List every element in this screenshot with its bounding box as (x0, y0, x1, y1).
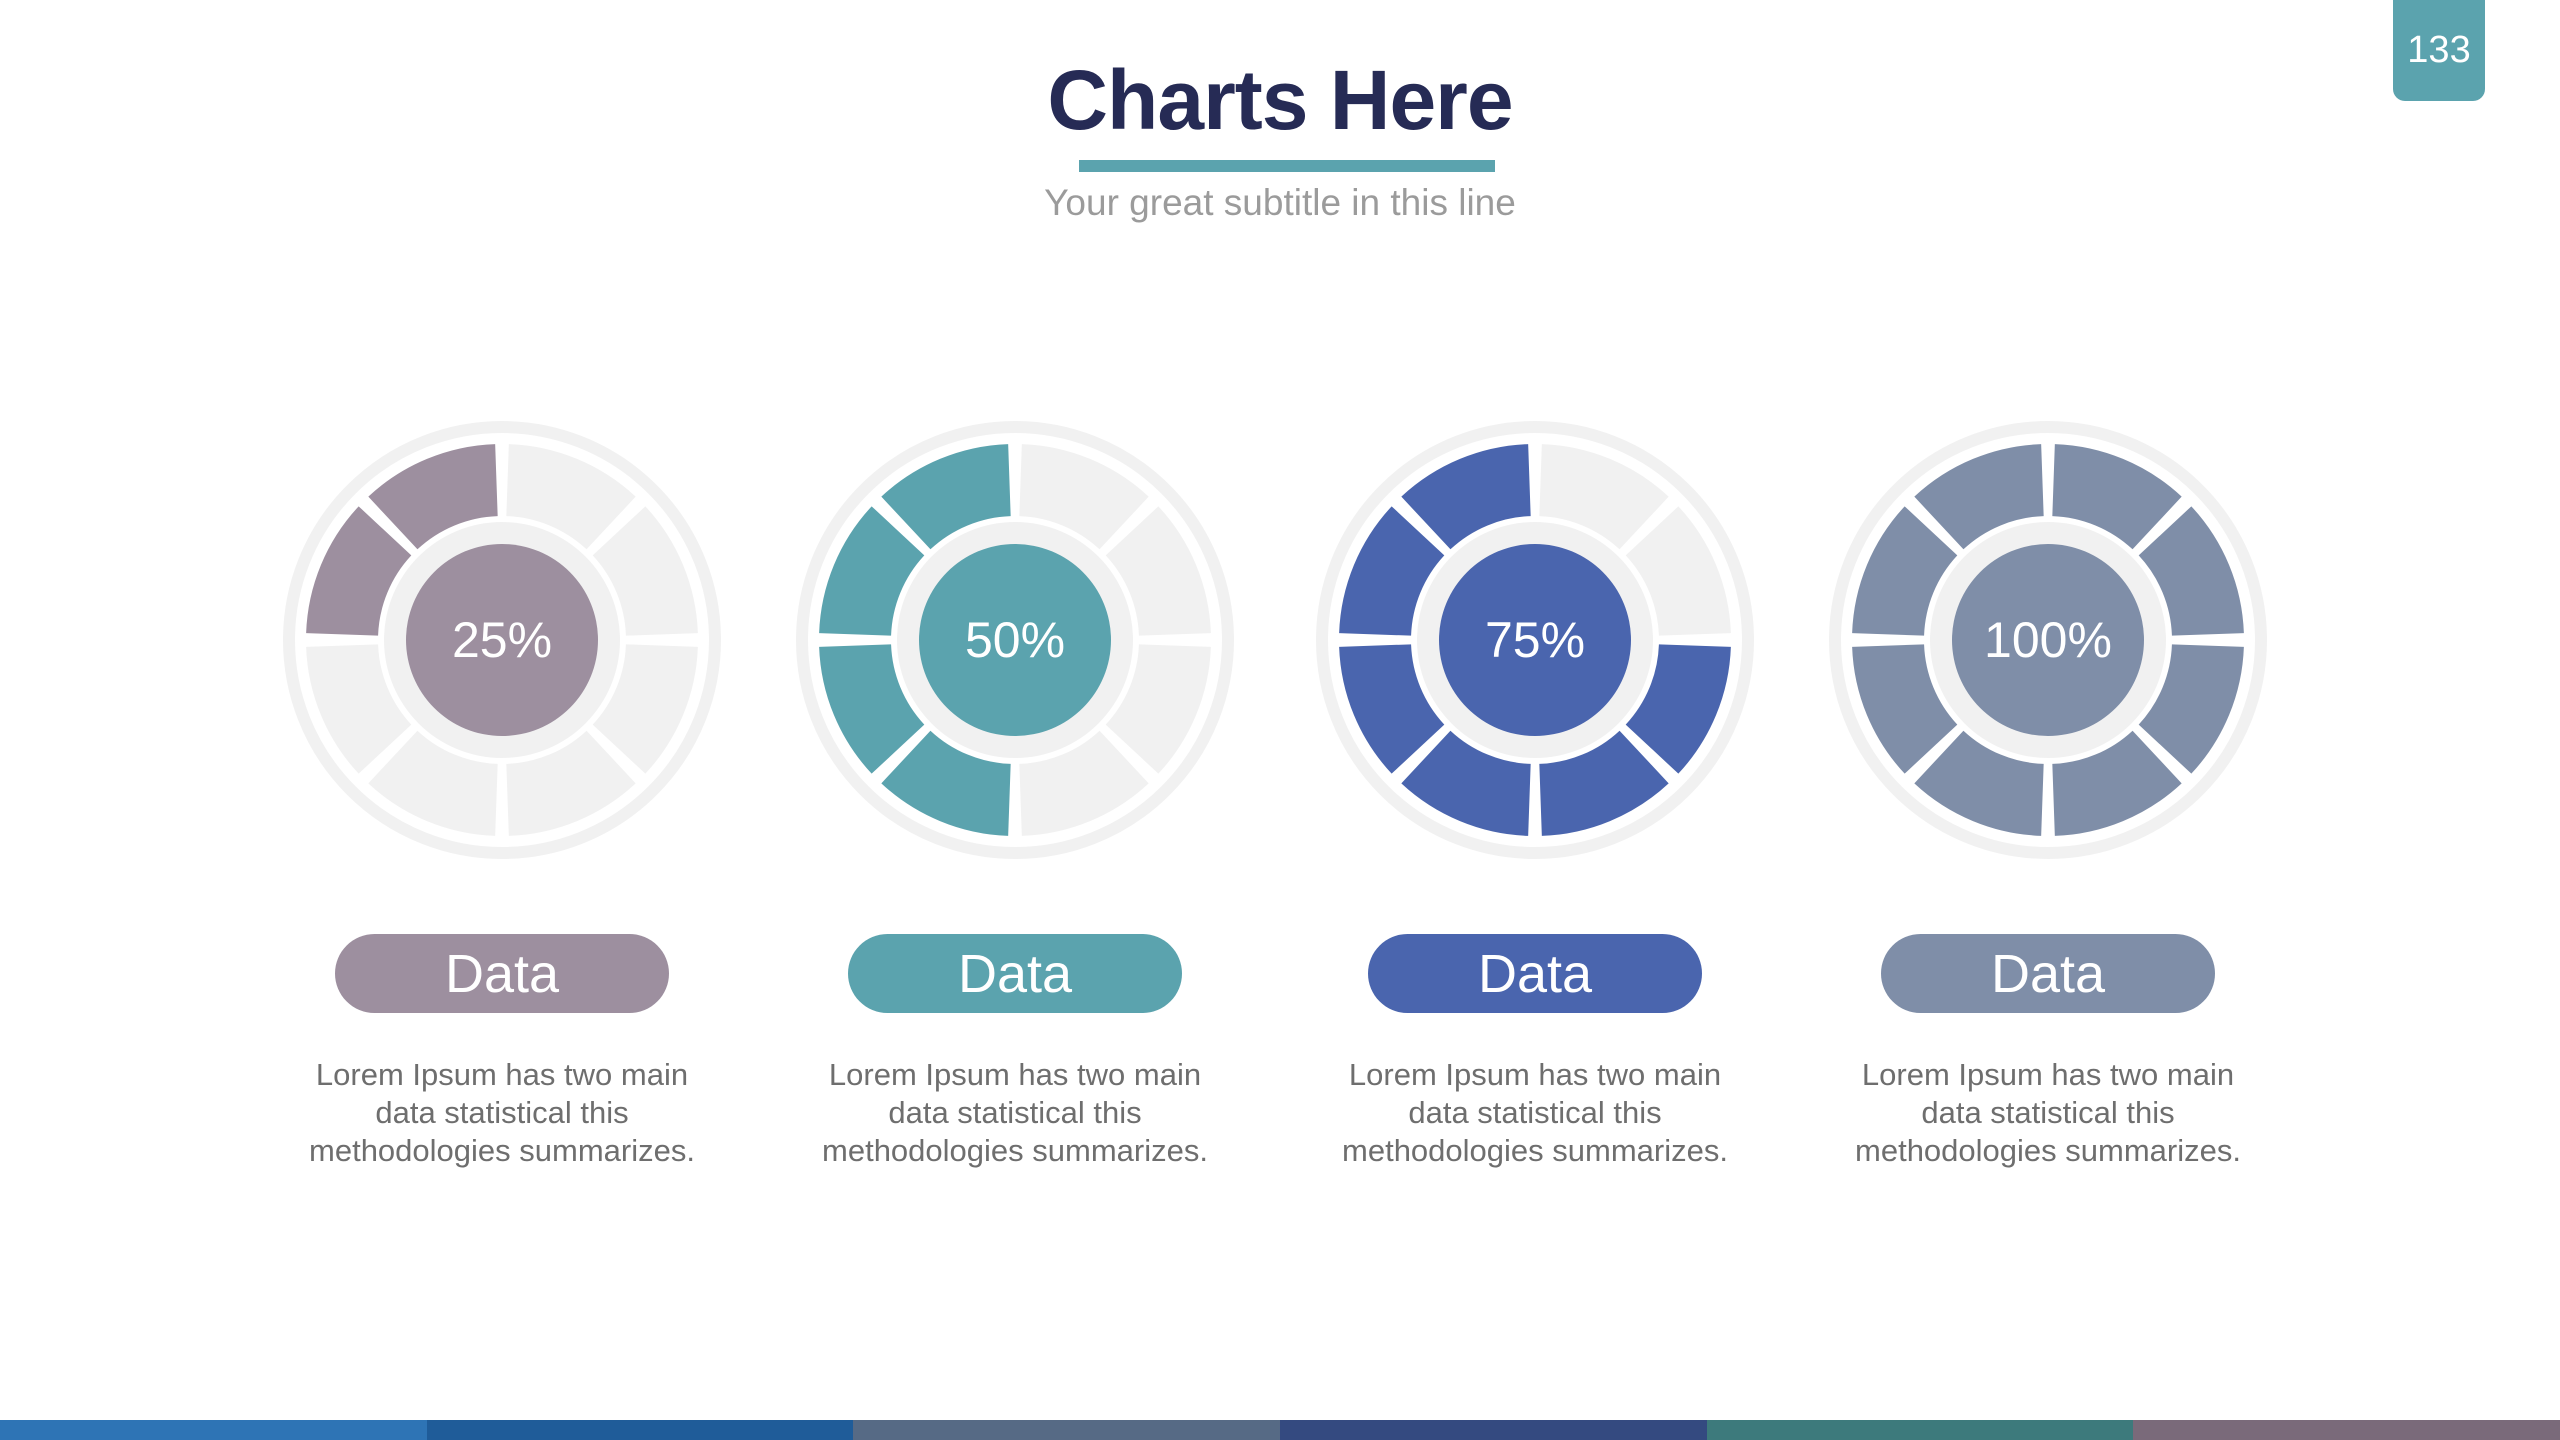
donut-chart-2: 50% (796, 421, 1234, 859)
footer-segment (0, 1420, 427, 1440)
data-tag-2: Data (848, 934, 1182, 1013)
footer-segment (426, 1420, 854, 1440)
percent-label: 50% (965, 612, 1065, 668)
donut-charts: 25% 50% 75% 100% (283, 421, 2267, 859)
footer-segment (2133, 1420, 2560, 1440)
description-3: Lorem Ipsum has two main data statistica… (1342, 1057, 1728, 1168)
description-4: Lorem Ipsum has two main data statistica… (1855, 1057, 2241, 1168)
donut-chart-4: 100% (1829, 421, 2267, 859)
data-tag-4: Data (1881, 934, 2215, 1013)
footer-segment (1280, 1420, 1707, 1440)
footer-segment (853, 1420, 1280, 1440)
donut-chart-3: 75% (1316, 421, 1754, 859)
percent-label: 25% (452, 612, 552, 668)
data-tag-1: Data (335, 934, 669, 1013)
description-2: Lorem Ipsum has two main data statistica… (822, 1057, 1208, 1168)
percent-label: 75% (1485, 612, 1585, 668)
footer-segment (1706, 1420, 2134, 1440)
percent-label: 100% (1984, 612, 2112, 668)
donut-chart-1: 25% (283, 421, 721, 859)
data-tag-3: Data (1368, 934, 1702, 1013)
description-1: Lorem Ipsum has two main data statistica… (309, 1057, 695, 1168)
